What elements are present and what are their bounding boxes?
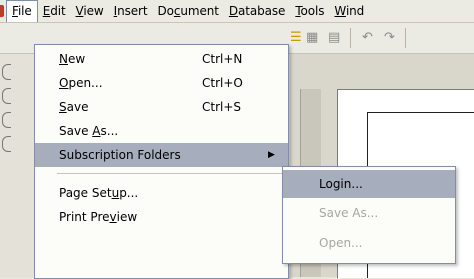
submenu-arrow-icon: ▶ <box>268 150 275 160</box>
menu-item-label: New <box>59 52 86 66</box>
menu-item-subscription-folders[interactable]: Subscription Folders ▶ <box>35 143 288 167</box>
menu-edit[interactable]: Edit <box>38 1 71 21</box>
list-settings-icon[interactable]: ▤ <box>328 31 340 45</box>
menu-item-label: Print Preview <box>59 210 138 224</box>
bracket-icon <box>2 112 11 128</box>
app-icon <box>0 5 4 17</box>
toolbar-separator <box>405 28 406 48</box>
menu-database-accel: D <box>228 4 239 18</box>
bracket-icon <box>2 88 11 104</box>
submenu-item-label: Login... <box>319 177 363 191</box>
menu-window[interactable]: Wind <box>329 1 369 21</box>
menu-separator <box>57 173 285 174</box>
menu-tools-rest: ools <box>300 4 325 18</box>
menu-edit-rest: dit <box>50 4 66 18</box>
menu-file-rest: ile <box>17 4 32 18</box>
menu-item-label: Save <box>59 100 89 114</box>
submenu-item-open: Open... <box>283 229 455 257</box>
menu-item-page-setup[interactable]: Page Setup... <box>35 181 288 205</box>
menu-document[interactable]: Document <box>152 1 223 21</box>
menu-item-save[interactable]: Save Ctrl+S <box>35 95 288 119</box>
menu-item-shortcut: Ctrl+S <box>202 100 242 114</box>
menu-document-pre: Do <box>157 4 174 18</box>
menu-database-rest: atabase <box>238 4 286 18</box>
menu-window-rest: ind <box>345 4 365 18</box>
menu-view[interactable]: View <box>71 1 109 21</box>
table-icon[interactable]: ▦ <box>306 31 318 45</box>
left-gutter <box>0 54 33 277</box>
menu-insert-rest: nsert <box>117 4 148 18</box>
menu-item-label: Save As... <box>59 124 119 138</box>
submenu-item-save-as: Save As... <box>283 199 455 227</box>
menu-database[interactable]: Database <box>224 1 290 21</box>
menu-item-print-preview[interactable]: Print Preview <box>35 205 288 229</box>
submenu-item-login[interactable]: Login... <box>283 170 455 198</box>
bracket-icon <box>2 64 11 80</box>
menu-item-label: Page Setup... <box>59 186 139 200</box>
menu-item-open[interactable]: Open... Ctrl+O <box>35 71 288 95</box>
menu-item-save-as[interactable]: Save As... <box>35 119 288 143</box>
menu-item-label: Open... <box>59 76 103 90</box>
bracket-icon <box>2 136 11 152</box>
menu-window-accel: W <box>334 4 346 18</box>
submenu-item-label: Save As... <box>319 206 379 220</box>
redo-icon[interactable]: ↷ <box>384 31 395 45</box>
menu-item-label: Subscription Folders <box>59 148 181 162</box>
menu-item-shortcut: Ctrl+O <box>202 76 243 90</box>
menu-file[interactable]: File <box>6 0 38 22</box>
menu-bar: File Edit View Insert Document Database … <box>0 0 474 23</box>
toolbar-separator <box>350 28 351 48</box>
list-icon[interactable]: ☰ <box>290 31 302 45</box>
file-menu-dropdown: New Ctrl+N Open... Ctrl+O Save Ctrl+S Sa… <box>34 44 289 279</box>
menu-document-rest: ument <box>180 4 219 18</box>
submenu-item-label: Open... <box>319 236 363 250</box>
subscription-folders-submenu: Login... Save As... Open... <box>282 166 456 264</box>
undo-icon[interactable]: ↶ <box>362 31 373 45</box>
menu-tools[interactable]: Tools <box>290 1 329 21</box>
menu-item-shortcut: Ctrl+N <box>202 52 243 66</box>
menu-insert[interactable]: Insert <box>109 1 153 21</box>
menu-view-rest: iew <box>83 4 104 18</box>
menu-item-new[interactable]: New Ctrl+N <box>35 47 288 71</box>
